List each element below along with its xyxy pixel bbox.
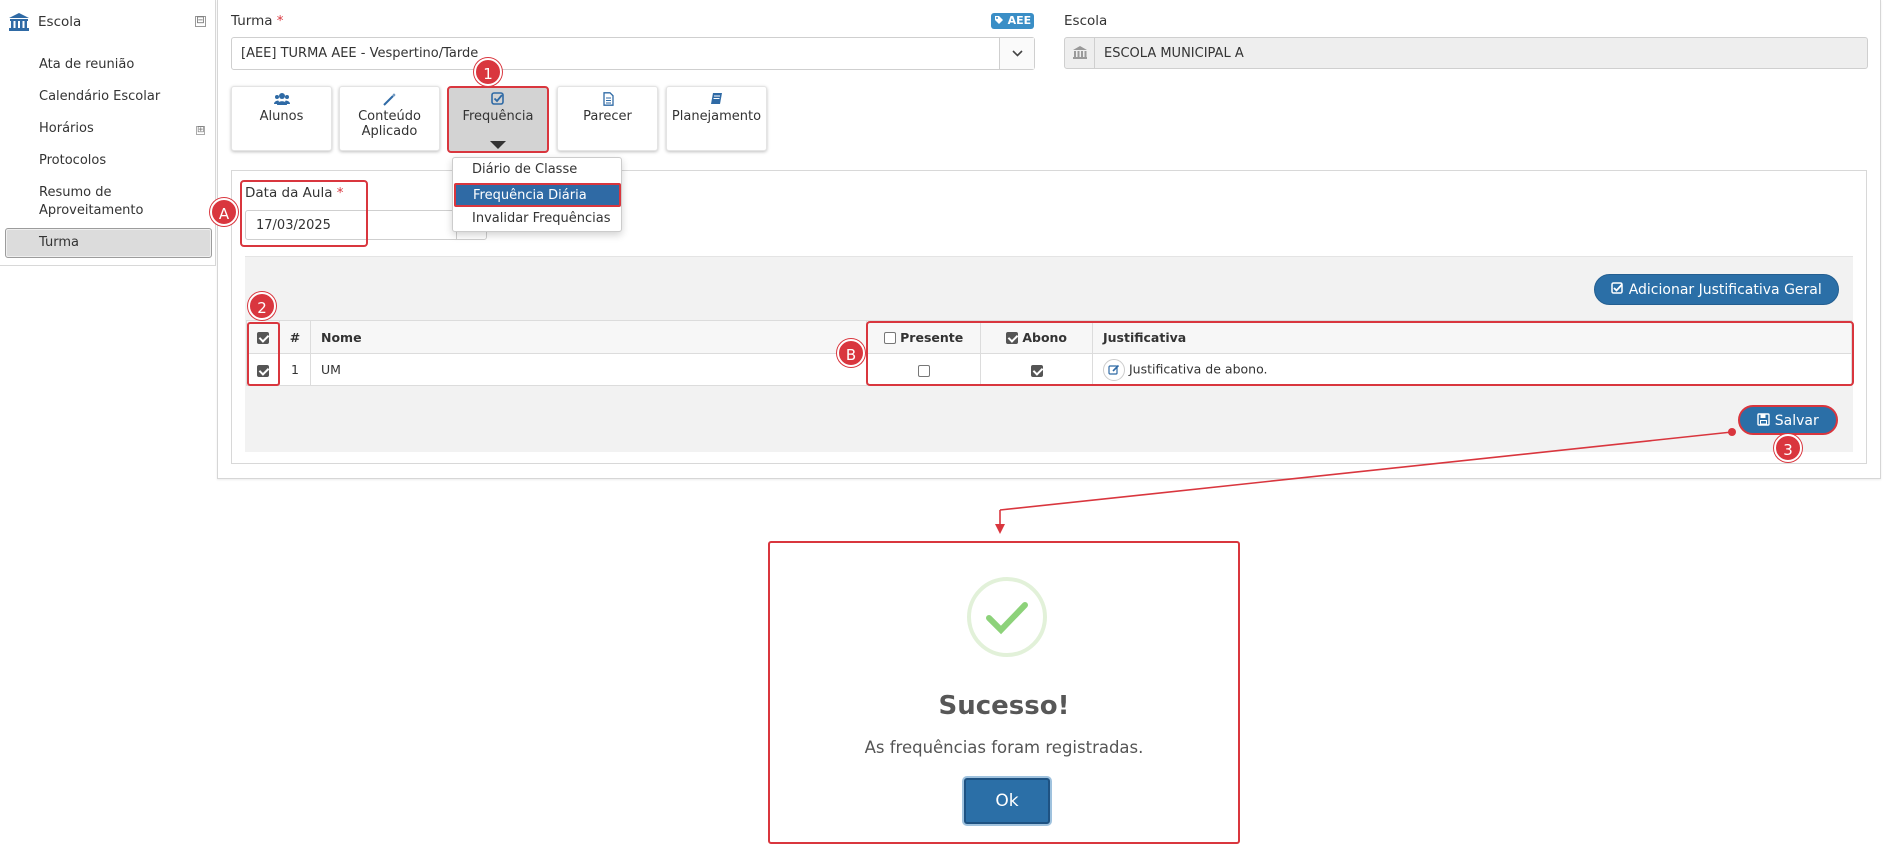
success-icon-circle (967, 577, 1047, 657)
modal-message: As frequências foram registradas. (864, 738, 1144, 757)
ok-button[interactable]: Ok (964, 778, 1050, 824)
check-icon (986, 602, 1028, 635)
modal-title: Sucesso! (938, 691, 1070, 721)
success-modal: Sucesso! As frequências foram registrada… (768, 541, 1240, 844)
